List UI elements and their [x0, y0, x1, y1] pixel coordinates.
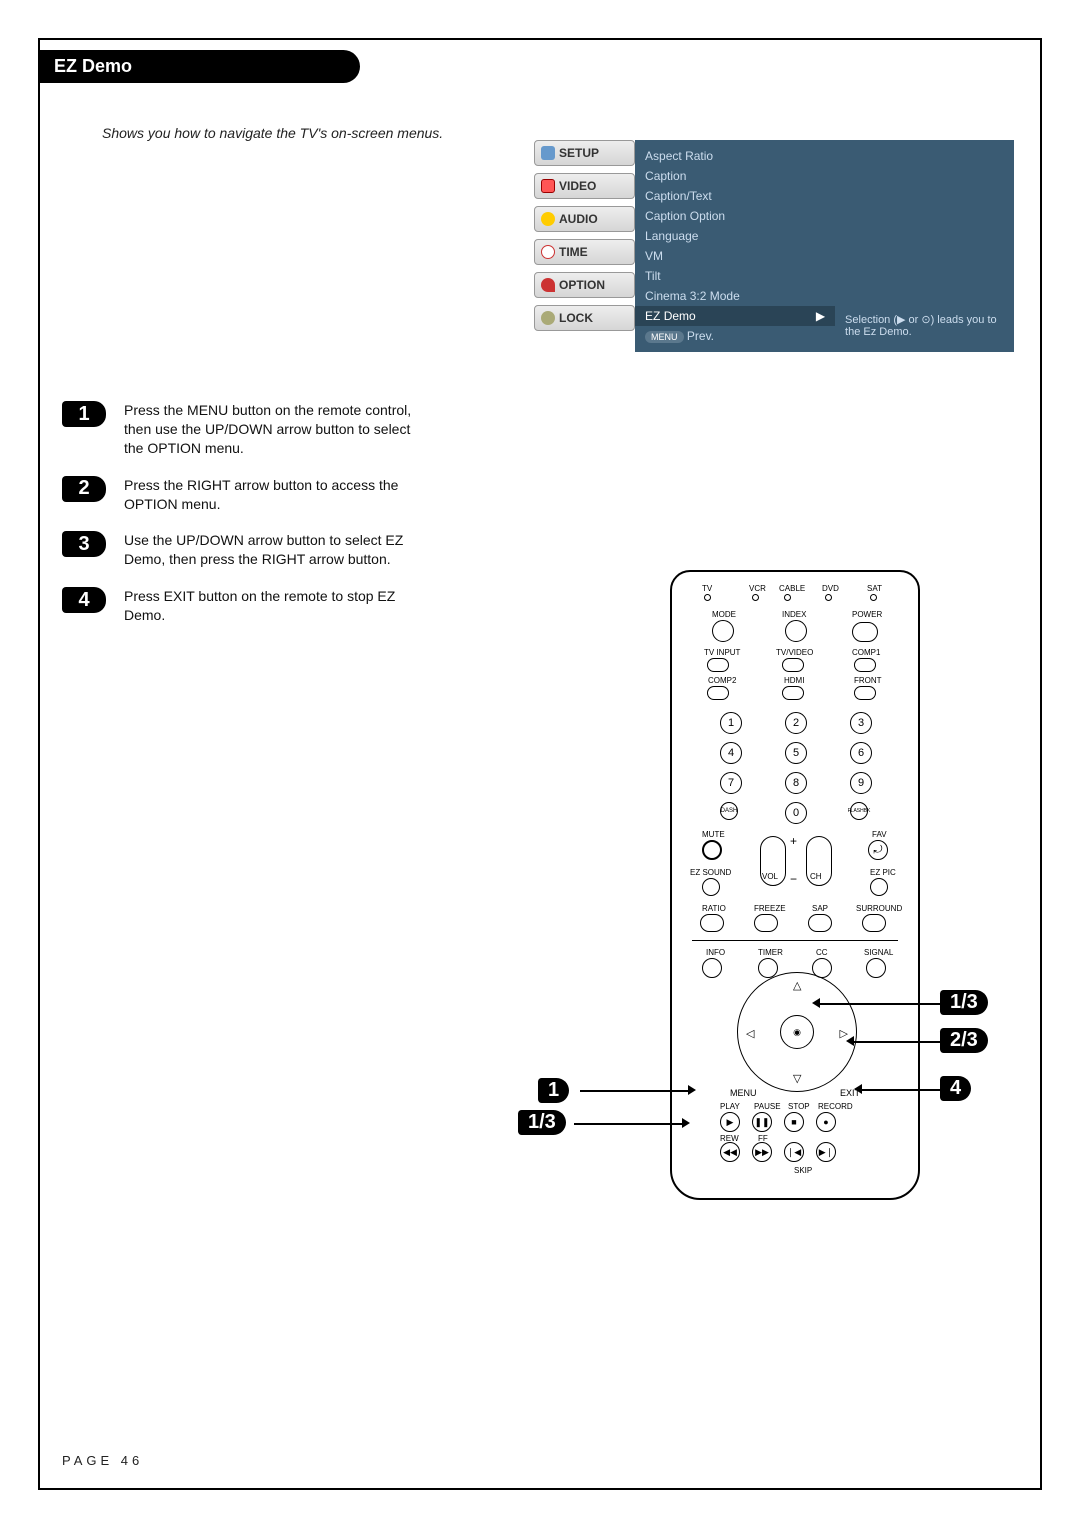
dash-button[interactable]: DASH — [720, 802, 738, 820]
surround-button[interactable] — [862, 914, 886, 932]
index-button[interactable] — [785, 620, 807, 642]
menu-label[interactable]: MENU — [730, 1088, 757, 1098]
osd-tab-option: OPTION — [534, 272, 635, 298]
tvinput-button[interactable] — [707, 658, 729, 672]
hdmi-button[interactable] — [782, 686, 804, 700]
osd-prev-pill: MENU — [645, 331, 684, 343]
digit-0[interactable]: 0 — [785, 802, 807, 824]
sap-button[interactable] — [808, 914, 832, 932]
ezpic-button[interactable] — [870, 878, 888, 896]
osd-hint-panel: Selection (▶ or ⊙) leads you to the Ez D… — [835, 140, 1014, 352]
digit-4[interactable]: 4 — [720, 742, 742, 764]
arrow-down-icon[interactable]: ▽ — [793, 1072, 801, 1085]
callout-1-3-right: 1/3 — [940, 990, 988, 1015]
step-2: 2 Press the RIGHT arrow button to access… — [62, 476, 1018, 514]
power-button[interactable] — [852, 622, 878, 642]
section-title: EZ Demo — [40, 50, 360, 83]
tvvideo-button[interactable] — [782, 658, 804, 672]
fav-button[interactable]: ⤾ — [868, 840, 888, 860]
step-text: Use the UP/DOWN arrow button to select E… — [124, 531, 424, 569]
page-number: PAGE 46 — [62, 1453, 143, 1468]
osd-tab-video: VIDEO — [534, 173, 635, 199]
rew-button[interactable]: ◀◀ — [720, 1142, 740, 1162]
mode-button[interactable] — [712, 620, 734, 642]
callout-4: 4 — [940, 1076, 971, 1101]
osd-menu: SETUP VIDEO AUDIO TIME OPTION LOCK Aspec… — [534, 140, 1014, 352]
step-text: Press the RIGHT arrow button to access t… — [124, 476, 424, 514]
info-button[interactable] — [702, 958, 722, 978]
step-badge: 3 — [62, 531, 106, 557]
osd-item-highlighted: EZ Demo▶ — [635, 306, 835, 326]
digit-2[interactable]: 2 — [785, 712, 807, 734]
intro-text: Shows you how to navigate the TV's on-sc… — [102, 125, 1018, 141]
step-1: 1 Press the MENU button on the remote co… — [62, 401, 1018, 458]
digit-6[interactable]: 6 — [850, 742, 872, 764]
pause-button[interactable]: ❚❚ — [752, 1112, 772, 1132]
ezsound-button[interactable] — [702, 878, 720, 896]
ok-button[interactable]: ◉ — [780, 1015, 814, 1049]
digit-5[interactable]: 5 — [785, 742, 807, 764]
comp2-button[interactable] — [707, 686, 729, 700]
digit-3[interactable]: 3 — [850, 712, 872, 734]
digit-1[interactable]: 1 — [720, 712, 742, 734]
signal-button[interactable] — [866, 958, 886, 978]
digit-8[interactable]: 8 — [785, 772, 807, 794]
comp1-button[interactable] — [854, 658, 876, 672]
ratio-button[interactable] — [700, 914, 724, 932]
arrow-up-icon[interactable]: △ — [793, 979, 801, 992]
front-button[interactable] — [854, 686, 876, 700]
step-badge: 4 — [62, 587, 106, 613]
remote-illustration: TV VCR CABLE DVD SAT MODE INDEX POWER TV… — [630, 570, 970, 1210]
skip-back-button[interactable]: ❘◀ — [784, 1142, 804, 1162]
callout-1-3-left: 1/3 — [518, 1110, 566, 1135]
play-button[interactable]: ▶ — [720, 1112, 740, 1132]
osd-tab-setup: SETUP — [534, 140, 635, 166]
callout-1: 1 — [538, 1078, 569, 1103]
step-badge: 2 — [62, 476, 106, 502]
step-text: Press EXIT button on the remote to stop … — [124, 587, 424, 625]
arrow-left-icon[interactable]: ◁ — [746, 1027, 754, 1040]
nav-ring[interactable]: △ ▽ ◁ ▷ ◉ — [737, 972, 857, 1092]
callout-2-3: 2/3 — [940, 1028, 988, 1053]
mute-button[interactable] — [702, 840, 722, 860]
digit-9[interactable]: 9 — [850, 772, 872, 794]
digit-7[interactable]: 7 — [720, 772, 742, 794]
stop-button[interactable]: ■ — [784, 1112, 804, 1132]
ff-button[interactable]: ▶▶ — [752, 1142, 772, 1162]
step-text: Press the MENU button on the remote cont… — [124, 401, 424, 458]
osd-tab-time: TIME — [534, 239, 635, 265]
flashbk-button[interactable]: FLASHBK — [850, 802, 868, 820]
step-badge: 1 — [62, 401, 106, 427]
skip-fwd-button[interactable]: ▶❘ — [816, 1142, 836, 1162]
freeze-button[interactable] — [754, 914, 778, 932]
osd-tab-audio: AUDIO — [534, 206, 635, 232]
osd-item-list: Aspect Ratio Caption Caption/Text Captio… — [635, 140, 835, 352]
osd-tab-lock: LOCK — [534, 305, 635, 331]
record-button[interactable]: ● — [816, 1112, 836, 1132]
step-3: 3 Use the UP/DOWN arrow button to select… — [62, 531, 1018, 569]
